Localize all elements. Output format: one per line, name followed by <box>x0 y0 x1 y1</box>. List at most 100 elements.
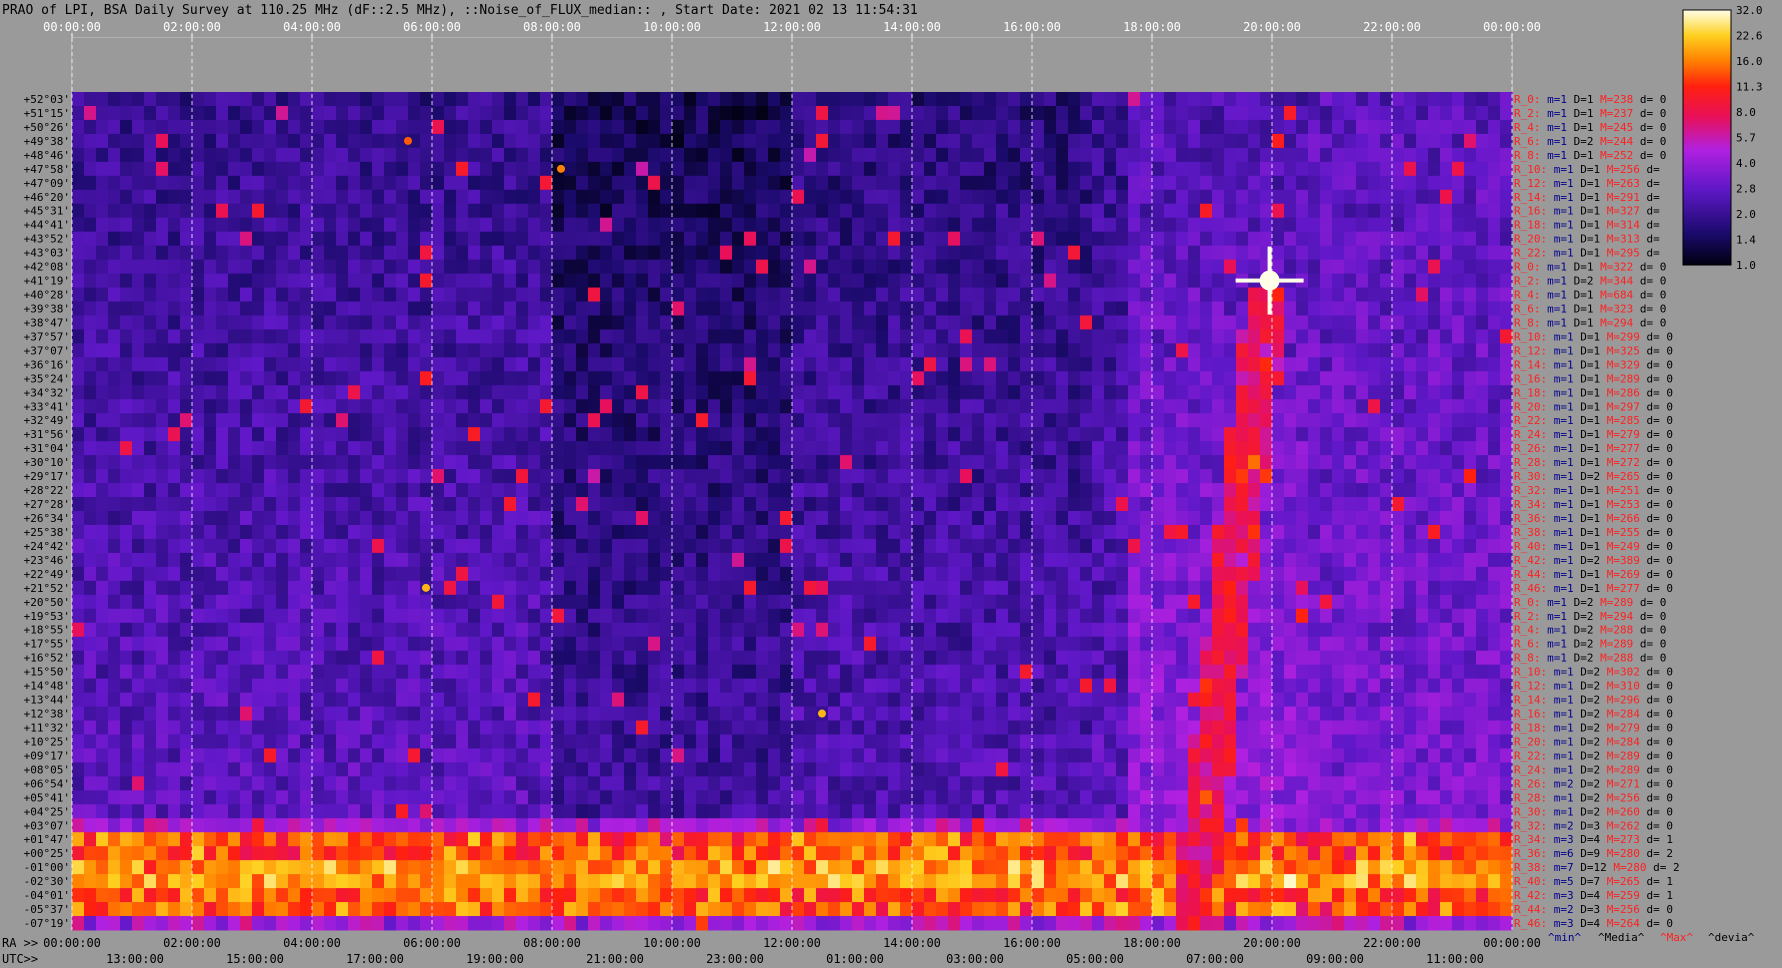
heatmap-cell <box>1344 524 1357 540</box>
heatmap-cell <box>1164 594 1177 610</box>
heatmap-cell <box>312 566 325 582</box>
heatmap-cell <box>1344 119 1357 135</box>
heatmap-cell <box>1344 455 1357 470</box>
heatmap-cell <box>1224 217 1237 233</box>
heatmap-cell <box>1464 259 1477 275</box>
heatmap-cell <box>1260 580 1273 596</box>
heatmap-cell <box>96 189 109 205</box>
heatmap-cell <box>432 161 445 177</box>
heatmap-cell <box>624 105 637 121</box>
heatmap-cell <box>1128 301 1141 316</box>
heatmap-cell <box>492 343 505 358</box>
heatmap-cell <box>960 608 973 624</box>
heatmap-cell <box>444 594 457 610</box>
heatmap-cell <box>1428 92 1441 107</box>
heatmap-cell <box>804 552 817 568</box>
heatmap-cell <box>144 594 157 610</box>
heatmap-cell <box>432 483 445 498</box>
heatmap-cell <box>1032 133 1045 149</box>
heatmap-cell <box>960 413 973 428</box>
heatmap-cell <box>1092 357 1105 372</box>
heatmap-cell <box>1152 427 1165 442</box>
heatmap-cell <box>924 497 937 512</box>
heatmap-cell <box>288 524 301 540</box>
heatmap-cell <box>276 315 289 330</box>
heatmap-cell <box>384 427 397 442</box>
heatmap-cell <box>96 259 109 275</box>
heatmap-cell <box>600 105 613 121</box>
heatmap-cell <box>972 385 985 400</box>
heatmap-cell <box>264 217 277 233</box>
heatmap-cell <box>300 385 313 400</box>
heatmap-cell <box>384 608 397 624</box>
heatmap-cell <box>600 231 613 247</box>
heatmap-cell <box>900 497 913 512</box>
heatmap-cell <box>1200 622 1213 638</box>
heatmap-cell <box>300 441 313 456</box>
heatmap-cell <box>372 287 385 302</box>
heatmap-cell <box>1488 650 1501 666</box>
heatmap-cell <box>372 608 385 624</box>
heatmap-cell <box>1452 455 1465 470</box>
heatmap-cell <box>1116 245 1129 261</box>
heatmap-cell <box>276 301 289 316</box>
heatmap-cell <box>876 161 889 177</box>
heatmap-cell <box>432 608 445 624</box>
heatmap-cell <box>1116 371 1129 386</box>
heatmap-cell <box>96 524 109 540</box>
heatmap-cell <box>1284 329 1297 344</box>
top-time-label: 10:00:00 <box>643 20 701 34</box>
heatmap-cell <box>696 399 709 414</box>
heatmap-cell <box>876 622 889 638</box>
heatmap-cell <box>936 524 949 540</box>
heatmap-cell <box>384 497 397 512</box>
heatmap-cell <box>540 371 553 386</box>
heatmap-cell <box>960 371 973 386</box>
heatmap-cell <box>1080 259 1093 275</box>
heatmap-cell <box>996 231 1009 247</box>
heatmap-cell <box>1344 259 1357 275</box>
heatmap-cell <box>1452 413 1465 428</box>
heatmap-cell <box>984 92 997 107</box>
heatmap-cell <box>960 538 973 554</box>
heatmap-cell <box>336 217 349 233</box>
heatmap-cell <box>192 315 205 330</box>
heatmap-cell <box>192 259 205 275</box>
heatmap-cell <box>1080 133 1093 149</box>
heatmap-cell <box>624 552 637 568</box>
heatmap-cell <box>588 441 601 456</box>
heatmap-cell <box>1464 524 1477 540</box>
heatmap-cell <box>1272 245 1285 261</box>
heatmap-cell <box>168 287 181 302</box>
heatmap-cell <box>1200 483 1213 498</box>
heatmap-cell <box>312 594 325 610</box>
heatmap-cell <box>660 301 673 316</box>
heatmap-cell <box>72 566 85 582</box>
heatmap-cell <box>840 217 853 233</box>
heatmap-cell <box>120 273 133 289</box>
heatmap-cell <box>216 161 229 177</box>
heatmap-cell <box>360 427 373 442</box>
heatmap-cell <box>1008 217 1021 233</box>
heatmap-cell <box>108 105 121 121</box>
heatmap-cell <box>888 371 901 386</box>
heatmap-cell <box>1356 608 1369 624</box>
heatmap-cell <box>720 105 733 121</box>
heatmap-cell <box>324 469 337 484</box>
heatmap-cell <box>1392 469 1405 484</box>
heatmap-cell <box>168 664 181 680</box>
heatmap-cell <box>576 552 589 568</box>
heatmap-cell <box>780 566 793 582</box>
heatmap-cell <box>1260 511 1273 526</box>
heatmap-cell <box>1260 399 1273 414</box>
heatmap-cell <box>1404 608 1417 624</box>
heatmap-cell <box>864 636 877 652</box>
heatmap-cell <box>1044 92 1057 107</box>
heatmap-cell <box>1440 371 1453 386</box>
heatmap-cell <box>1200 161 1213 177</box>
heatmap-cell <box>528 259 541 275</box>
heatmap-cell <box>900 343 913 358</box>
heatmap-cell <box>120 608 133 624</box>
heatmap-cell <box>1200 650 1213 666</box>
heatmap-cell <box>240 161 253 177</box>
